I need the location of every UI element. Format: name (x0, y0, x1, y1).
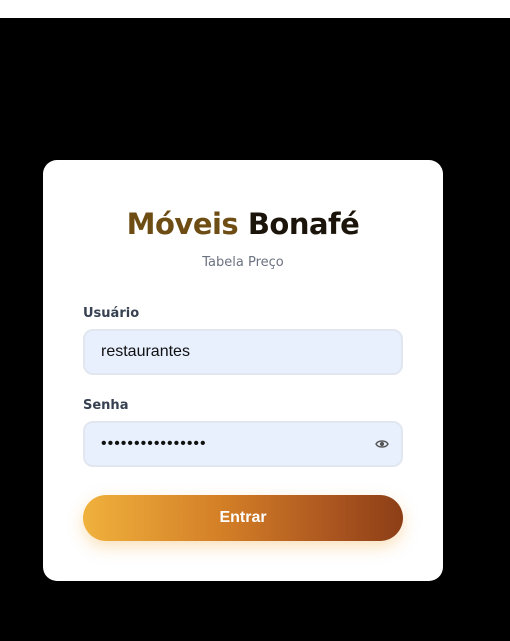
top-strip (0, 0, 510, 18)
password-field-box (83, 421, 403, 467)
password-label: Senha (83, 398, 129, 413)
username-label: Usuário (83, 306, 140, 321)
brand-name-second: Bonafé (247, 207, 360, 241)
login-card: Móveis Bonafé Tabela Preço Usuário Senha… (43, 160, 443, 581)
brand-name-first: Móveis (126, 207, 239, 241)
login-button[interactable]: Entrar (83, 495, 403, 541)
brand-title: Móveis Bonafé (43, 204, 443, 244)
eye-icon[interactable] (375, 438, 389, 450)
username-field[interactable] (85, 331, 401, 373)
username-field-box (83, 329, 403, 375)
password-field[interactable] (85, 423, 401, 465)
brand-subtitle: Tabela Preço (202, 255, 284, 270)
